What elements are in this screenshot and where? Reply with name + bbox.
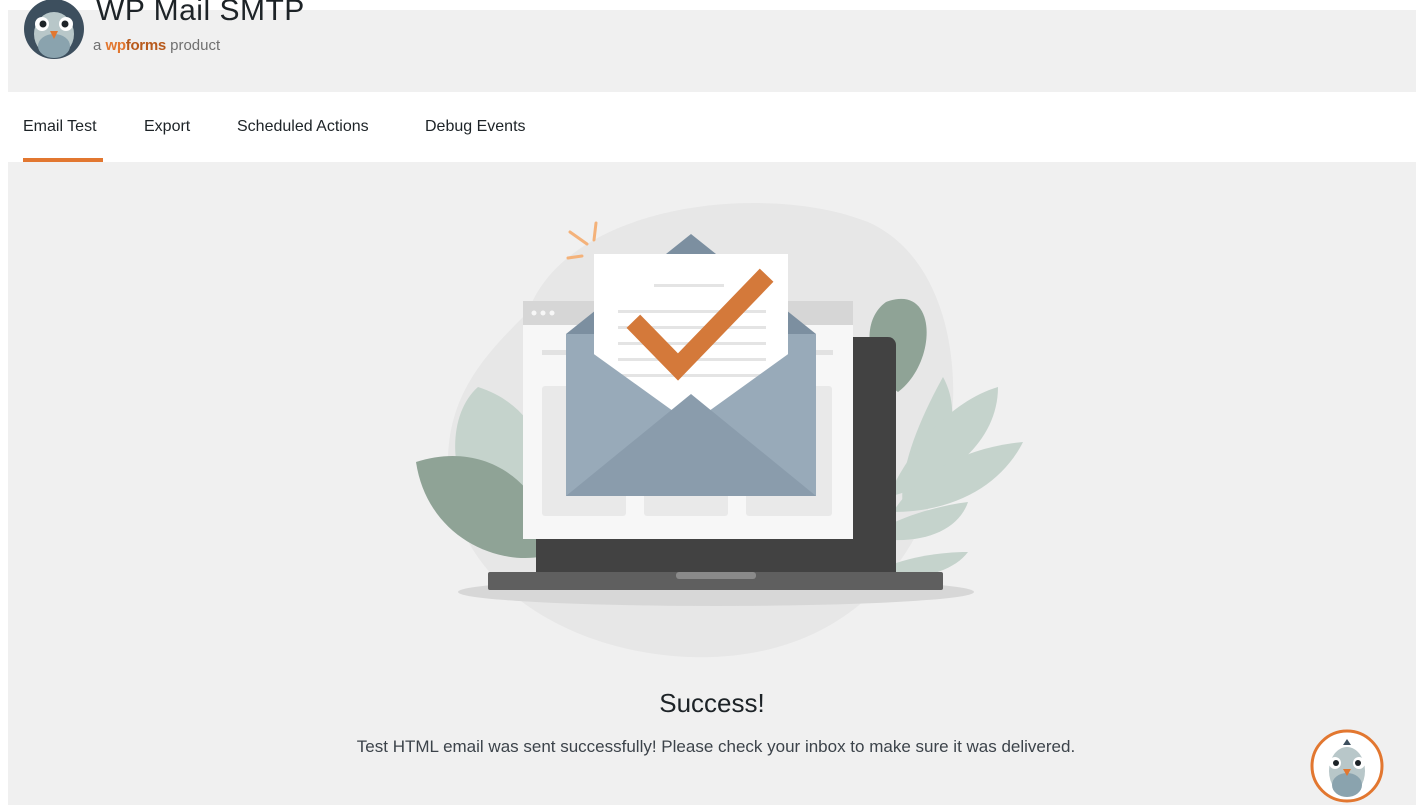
tagline-prefix: a <box>93 37 102 54</box>
email-test-result-panel: Success! Test HTML email was sent succes… <box>8 162 1416 805</box>
tab-debug-events[interactable]: Debug Events <box>425 118 526 136</box>
tab-export[interactable]: Export <box>144 118 190 136</box>
help-mascot-button[interactable] <box>1310 729 1384 803</box>
wpforms-logo-text: wpforms <box>105 37 167 54</box>
tools-tab-bar: Email Test Export Scheduled Actions Debu… <box>8 92 1416 162</box>
tagline-suffix: product <box>170 37 221 54</box>
laptop-envelope-checkmark-illustration <box>416 202 1023 658</box>
tab-scheduled-actions[interactable]: Scheduled Actions <box>237 118 369 136</box>
brand-tagline: a wpforms product <box>93 37 220 54</box>
tab-email-test[interactable]: Email Test <box>23 118 97 136</box>
success-message: Test HTML email was sent successfully! P… <box>356 737 1076 756</box>
plugin-header: WP Mail SMTP a wpforms product <box>8 0 1416 92</box>
pigeon-mascot-icon <box>24 0 84 59</box>
success-heading: Success! <box>659 688 765 718</box>
plugin-title: WP Mail SMTP <box>96 0 305 27</box>
